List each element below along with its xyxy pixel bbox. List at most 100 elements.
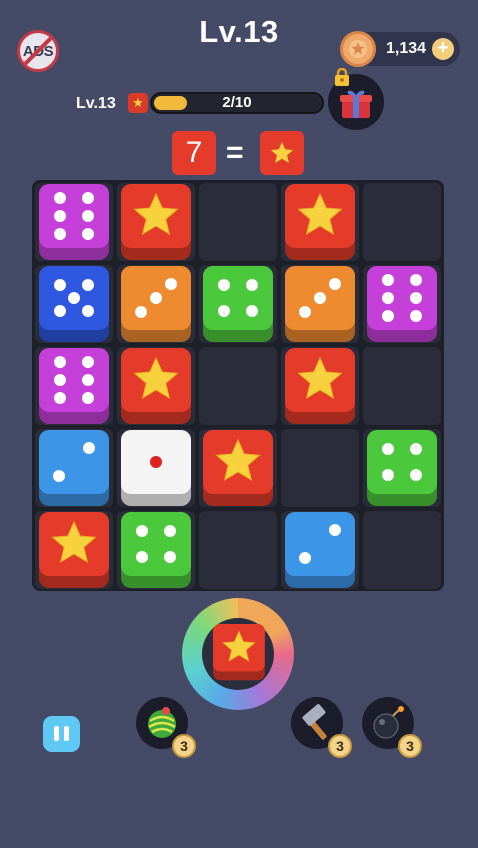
board-cell[interactable] [117,265,195,343]
die-pip [218,279,230,291]
die-pip [82,210,94,222]
star-tile[interactable] [121,348,191,424]
pause-button[interactable] [43,716,80,752]
die-face [213,624,265,672]
die-pip [68,292,80,304]
die-pip [410,310,422,322]
die-5[interactable] [39,266,109,342]
star-tile[interactable] [203,430,273,506]
coin-icon [340,31,376,67]
bomb-tool-count: 3 [398,734,422,758]
pause-icon-bar-right [64,726,69,741]
star-tile[interactable] [285,348,355,424]
die-face [121,266,191,330]
die-face [285,512,355,576]
shuffle-tool-count: 3 [172,734,196,758]
board-cell[interactable] [117,429,195,507]
star-icon [297,356,343,400]
die-face [39,266,109,330]
star-tile[interactable] [39,512,109,588]
board-cell[interactable] [199,183,277,261]
board-cell[interactable] [35,347,113,425]
die-2[interactable] [285,512,355,588]
board-cell[interactable] [199,347,277,425]
die-face [285,184,355,248]
board-cell[interactable] [281,265,359,343]
die-pip [54,374,66,386]
die-4[interactable] [367,430,437,506]
die-pip [410,469,422,481]
die-face [367,266,437,330]
board-cell[interactable] [35,511,113,589]
board-cell[interactable] [281,347,359,425]
die-pip [54,192,66,204]
board-cell[interactable] [281,183,359,261]
die-face [39,184,109,248]
board-cell[interactable] [199,265,277,343]
star-icon [133,356,179,400]
add-coins-button[interactable]: + [432,38,454,60]
die-pip [410,274,422,286]
board-cell[interactable] [281,429,359,507]
die-pip [135,306,147,318]
equals-sign: = [226,136,244,169]
next-star-tile[interactable] [213,624,265,681]
board-cell[interactable] [117,511,195,589]
board-cell[interactable] [35,265,113,343]
star-tile[interactable] [121,184,191,260]
die-3[interactable] [121,266,191,342]
star-icon [270,142,294,163]
lock-icon [335,68,349,86]
die-pip [82,392,94,404]
die-pip [218,305,230,317]
die-pip [54,392,66,404]
die-pip [82,279,94,291]
gift-box-icon [340,90,372,118]
die-4[interactable] [121,512,191,588]
die-pip [54,228,66,240]
die-face [285,266,355,330]
pause-icon-bar-left [54,726,59,741]
die-pip [82,305,94,317]
die-face [121,512,191,576]
board-cell[interactable] [363,511,441,589]
die-pip [150,456,162,468]
board-cell[interactable] [363,429,441,507]
die-4[interactable] [203,266,273,342]
die-face [39,348,109,412]
die-face [203,430,273,494]
die-6[interactable] [39,348,109,424]
die-pip [329,278,341,290]
die-pip [82,356,94,368]
board-cell[interactable] [35,429,113,507]
star-badge-icon: ★ [128,93,148,113]
star-tile[interactable] [285,184,355,260]
die-face [367,430,437,494]
die-face [121,348,191,412]
coin-amount: 1,134 [386,40,427,57]
die-6[interactable] [39,184,109,260]
die-pip [246,279,258,291]
board-cell[interactable] [117,347,195,425]
board-cell[interactable] [199,429,277,507]
board-cell[interactable] [363,265,441,343]
board-cell[interactable] [199,511,277,589]
progress-text: 2/10 [222,94,252,111]
board-cell[interactable] [363,183,441,261]
die-pip [299,306,311,318]
board-cell[interactable] [117,183,195,261]
board-cell[interactable] [363,347,441,425]
die-2[interactable] [39,430,109,506]
die-1[interactable] [121,430,191,506]
die-pip [54,279,66,291]
next-piece[interactable] [213,624,265,681]
die-3[interactable] [285,266,355,342]
board-cell[interactable] [281,511,359,589]
die-pip [410,292,422,304]
board-cell[interactable] [35,183,113,261]
progress-level-label: Lv.13 [76,95,116,112]
die-pip [314,292,326,304]
die-6[interactable] [367,266,437,342]
target-sum-number: 7 [172,131,216,175]
die-pip [382,292,394,304]
